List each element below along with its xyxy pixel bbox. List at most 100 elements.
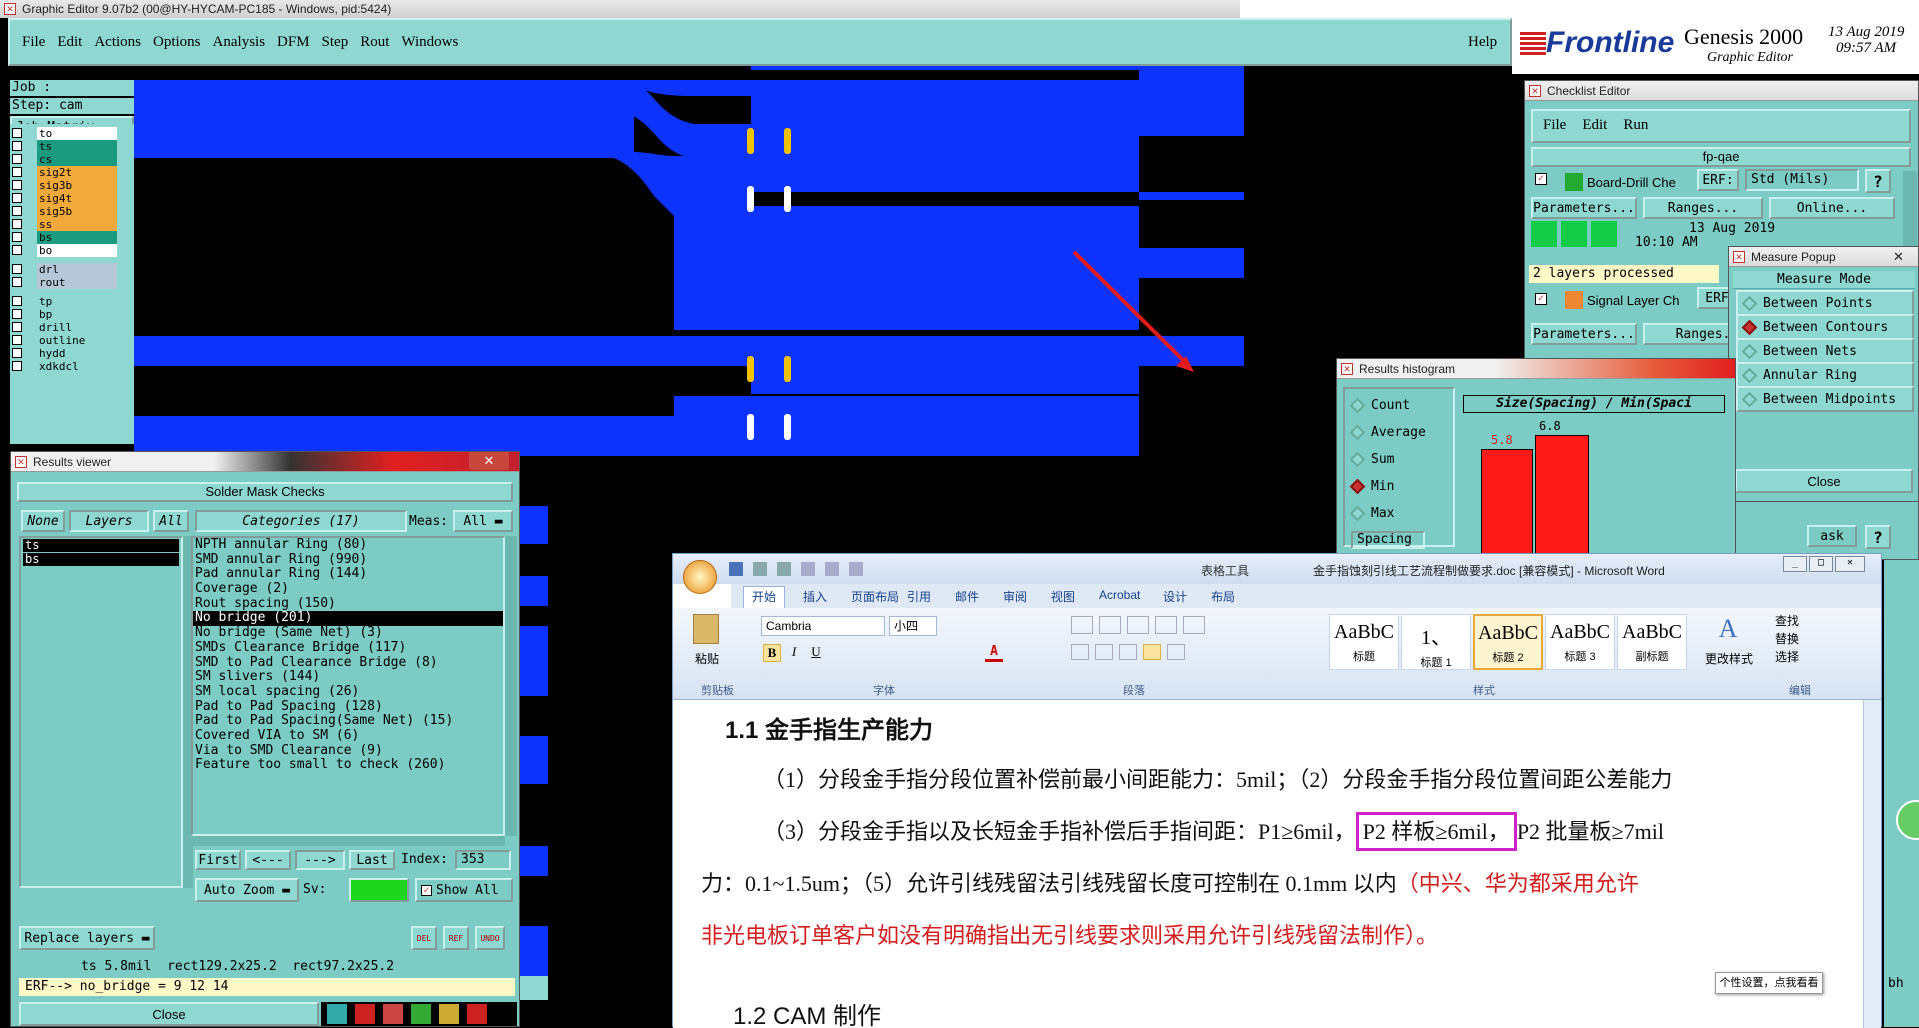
layer-row-bp[interactable]: bp (12, 307, 117, 321)
style-swatch[interactable]: AaBbC 标题 (1329, 614, 1399, 670)
layer-row-drl[interactable]: drl (12, 262, 117, 276)
radio-icon[interactable] (1741, 367, 1758, 383)
font-color-icon[interactable]: A (985, 644, 1003, 662)
layer-name[interactable]: ts (37, 139, 117, 153)
layer-checkbox[interactable] (12, 322, 22, 332)
layer-checkbox[interactable] (12, 245, 22, 255)
help-button-2[interactable]: ? (1865, 525, 1891, 549)
style-swatch[interactable]: AaBbC 副标题 (1617, 614, 1687, 670)
layer-name[interactable]: sig3b (37, 178, 117, 192)
layer-row-rout[interactable]: rout (12, 275, 117, 289)
cross-icon[interactable] (383, 1004, 403, 1024)
preview-icon[interactable] (825, 562, 839, 576)
layer-name[interactable]: ss (37, 217, 117, 231)
radio-icon[interactable] (1349, 424, 1366, 441)
category-item[interactable]: Pad annular Ring (144) (193, 567, 503, 582)
parameters-button-2[interactable]: Parameters... (1531, 323, 1637, 345)
layer-name[interactable]: rout (37, 275, 117, 289)
menu-options[interactable]: Options (153, 34, 201, 51)
multilevel-icon[interactable] (1127, 616, 1149, 634)
layer-row-outline[interactable]: outline (12, 333, 117, 347)
layer-checkbox[interactable] (12, 277, 22, 287)
find-button[interactable]: 查找 (1775, 612, 1799, 630)
measure-close-x[interactable]: ✕ (1893, 249, 1904, 265)
layer-row-cs[interactable]: cs (12, 152, 117, 166)
result-layer-item[interactable]: bs (23, 553, 179, 566)
italic-button[interactable]: I (785, 644, 803, 662)
layer-list[interactable]: ts bs (19, 536, 183, 888)
distribute-icon[interactable] (1167, 644, 1185, 660)
tab-none[interactable]: None (21, 510, 65, 532)
check-mark-icon[interactable] (411, 1004, 431, 1024)
category-item[interactable]: Via to SMD Clearance (9) (193, 743, 503, 759)
layer-row-sig3b[interactable]: sig3b (12, 178, 117, 192)
align-center-icon[interactable] (1095, 644, 1113, 660)
menu-step[interactable]: Step (322, 34, 349, 51)
item1-checkbox[interactable]: ✓ (1535, 173, 1547, 185)
measure-option-between-nets[interactable]: Between Nets (1736, 338, 1914, 364)
parameters-button-1[interactable]: Parameters... (1531, 197, 1637, 219)
help-menu[interactable]: Help (1468, 34, 1497, 51)
histogram-option-count[interactable]: Count (1349, 397, 1410, 414)
style-swatch[interactable]: AaBbC 标题 2 (1473, 614, 1543, 670)
histogram-icon[interactable] (467, 1004, 487, 1024)
radio-icon[interactable] (1349, 505, 1366, 522)
histogram-field[interactable]: Spacing (1351, 531, 1425, 549)
help-button[interactable]: ? (1865, 169, 1891, 193)
category-item[interactable]: SMD annular Ring (990) (193, 552, 503, 568)
layer-checkbox[interactable] (12, 128, 22, 138)
layer-row-bs[interactable]: bs (12, 230, 117, 244)
item2-name[interactable]: Signal Layer Ch (1587, 293, 1680, 308)
layer-name[interactable]: to (37, 126, 117, 140)
prev-button[interactable]: <--- (245, 850, 291, 870)
ribbon-tab[interactable]: 审阅 (1003, 588, 1027, 605)
menu-actions[interactable]: Actions (94, 34, 141, 51)
item2-checkbox[interactable]: ✓ (1535, 293, 1547, 305)
layer-name[interactable]: sig4t (37, 191, 117, 205)
layer-row-sig2t[interactable]: sig2t (12, 165, 117, 179)
ribbon-tab[interactable]: Acrobat (1099, 588, 1140, 602)
undo-icon[interactable]: UNDO (475, 926, 505, 950)
layer-checkbox[interactable] (12, 348, 22, 358)
layer-checkbox[interactable] (12, 219, 22, 229)
justify-icon[interactable] (1143, 644, 1161, 660)
print-icon[interactable] (849, 562, 863, 576)
results-close-x[interactable]: ✕ (469, 452, 509, 470)
category-hscroll[interactable] (191, 836, 505, 846)
meas-dropdown[interactable]: All ▬ (453, 510, 513, 532)
layer-checkbox[interactable] (12, 264, 22, 274)
layer-name[interactable]: bp (37, 307, 117, 321)
ribbon-tab[interactable]: 布局 (1211, 588, 1235, 605)
report-icon[interactable] (439, 1004, 459, 1024)
layer-row-sig4t[interactable]: sig4t (12, 191, 117, 205)
style-swatch[interactable]: AaBbC 标题 3 (1545, 614, 1615, 670)
minimize-icon[interactable]: _ (1783, 556, 1807, 572)
menu-edit[interactable]: Edit (57, 34, 82, 51)
category-item[interactable]: SMDs Clearance Bridge (117) (193, 640, 503, 656)
word-scrollbar[interactable] (1863, 700, 1881, 1028)
measure-close-button[interactable]: Close (1735, 469, 1913, 493)
layer-checkbox[interactable] (12, 232, 22, 242)
category-item[interactable]: SMD to Pad Clearance Bridge (8) (193, 655, 503, 671)
histogram-bar-1[interactable] (1481, 449, 1533, 559)
del-icon[interactable]: DEL (411, 926, 437, 950)
checklist-menu-edit[interactable]: Edit (1582, 117, 1607, 135)
layer-checkbox[interactable] (12, 309, 22, 319)
new-icon[interactable] (801, 562, 815, 576)
category-scrollbar[interactable] (505, 536, 517, 836)
run-all-icon[interactable] (1591, 221, 1617, 247)
tab-all[interactable]: All (153, 510, 189, 532)
histogram-option-sum[interactable]: Sum (1349, 451, 1394, 468)
auto-zoom-button[interactable]: Auto Zoom ▬ (195, 878, 299, 902)
maximize-icon[interactable]: □ (1809, 556, 1833, 572)
layer-checkbox[interactable] (12, 167, 22, 177)
category-item[interactable]: SM local spacing (26) (193, 684, 503, 700)
menu-file[interactable]: File (22, 34, 45, 51)
layer-checkbox[interactable] (12, 180, 22, 190)
radio-icon[interactable] (1741, 319, 1758, 335)
menu-dfm[interactable]: DFM (277, 34, 310, 51)
radio-icon[interactable] (1741, 391, 1758, 407)
graph-icon[interactable] (327, 1004, 347, 1024)
paste-icon[interactable] (693, 614, 719, 644)
first-button[interactable]: First (195, 850, 241, 870)
